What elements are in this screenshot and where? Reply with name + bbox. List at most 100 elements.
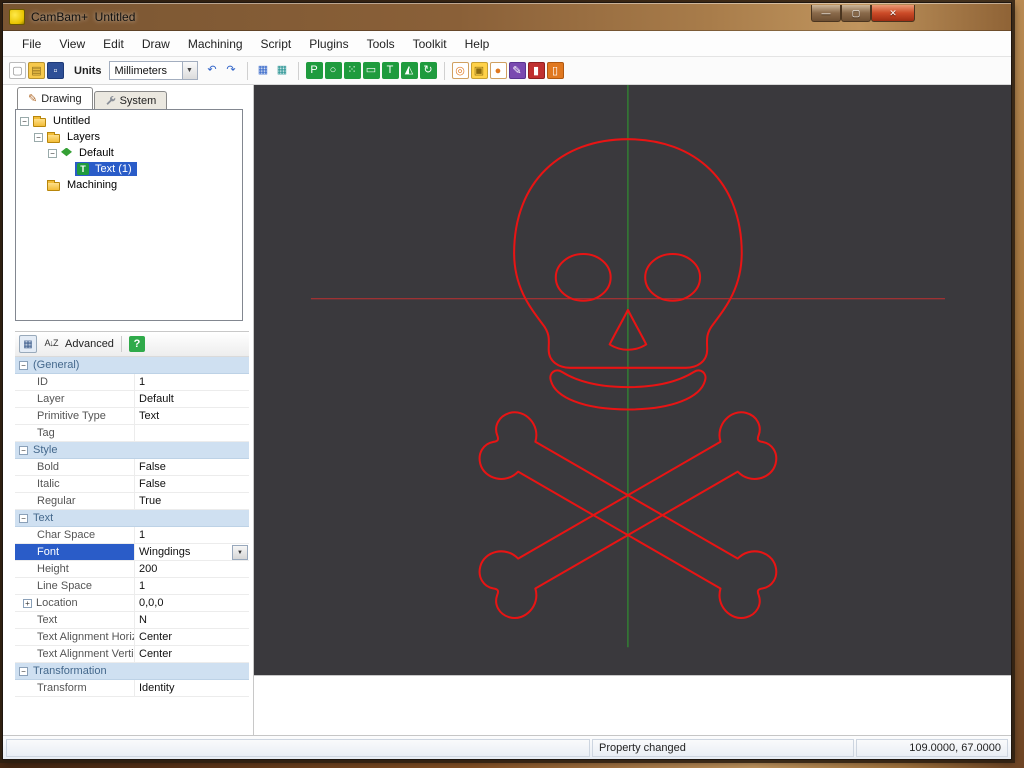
surface-tool-icon[interactable]: ◭ (401, 62, 418, 79)
polyline-tool-icon[interactable]: P (306, 62, 323, 79)
drill-op-icon[interactable]: ● (490, 62, 507, 79)
help-icon[interactable]: ? (129, 336, 145, 352)
maximize-button[interactable]: ▢ (841, 5, 871, 22)
spiral-tool-icon[interactable]: ↻ (420, 62, 437, 79)
drawing-canvas[interactable] (254, 85, 1011, 675)
property-row-id[interactable]: ID 1 (15, 374, 249, 391)
collapse-icon[interactable]: − (19, 361, 28, 370)
save-icon[interactable]: ▫ (47, 62, 64, 79)
property-value[interactable]: Wingdings▼ (135, 544, 249, 560)
circle-tool-icon[interactable]: ○ (325, 62, 342, 79)
az-sort-icon[interactable]: A↓Z (42, 335, 60, 353)
units-dropdown[interactable]: Millimeters ▼ (109, 61, 198, 80)
property-value[interactable]: False (135, 459, 249, 475)
property-section-style[interactable]: −Style (15, 442, 249, 459)
tree-item-untitled[interactable]: −Untitled (16, 113, 242, 129)
property-section-text[interactable]: −Text (15, 510, 249, 527)
menu-item-toolkit[interactable]: Toolkit (404, 33, 456, 55)
property-name-label: ID (37, 376, 48, 388)
property-name: Text Alignment Vertica (15, 646, 135, 662)
collapse-icon[interactable]: − (19, 514, 28, 523)
tree-item-default[interactable]: −Default (16, 145, 242, 161)
minimize-button[interactable]: — (811, 5, 841, 22)
tab-system[interactable]: System (94, 91, 168, 109)
menu-item-tools[interactable]: Tools (358, 33, 404, 55)
property-value[interactable]: Center (135, 629, 249, 645)
chevron-down-icon[interactable]: ▼ (232, 545, 248, 560)
new-file-icon[interactable]: ▢ (9, 62, 26, 79)
collapse-icon[interactable]: − (20, 117, 29, 126)
advanced-button[interactable]: Advanced (65, 338, 114, 350)
property-row-text[interactable]: Text N (15, 612, 249, 629)
collapse-icon[interactable]: − (34, 133, 43, 142)
collapse-icon[interactable]: − (48, 149, 57, 158)
property-row-bold[interactable]: BoldFalse (15, 459, 249, 476)
properties-toolbar: ▦ A↓Z Advanced ? (15, 331, 249, 357)
menu-item-edit[interactable]: Edit (94, 33, 133, 55)
pocket-op-icon[interactable]: ▣ (471, 62, 488, 79)
property-value[interactable]: 1 (135, 578, 249, 594)
property-row-regular[interactable]: RegularTrue (15, 493, 249, 510)
part-op-icon[interactable]: ▮ (528, 62, 545, 79)
property-row-font[interactable]: FontWingdings▼ (15, 544, 249, 561)
property-value-label: False (139, 461, 166, 473)
property-row-text-alignment-horizon[interactable]: Text Alignment HorizonCenter (15, 629, 249, 646)
property-value[interactable]: Identity (135, 680, 249, 696)
property-value[interactable]: 200 (135, 561, 249, 577)
property-value[interactable]: 1 (135, 527, 249, 543)
property-section-general[interactable]: −(General) (15, 357, 249, 374)
property-row-line-space[interactable]: Line Space1 (15, 578, 249, 595)
property-value[interactable]: True (135, 493, 249, 509)
collapse-icon[interactable]: − (19, 446, 28, 455)
menu-item-machining[interactable]: Machining (179, 33, 252, 55)
property-section-transformation[interactable]: −Transformation (15, 663, 249, 680)
menu-item-draw[interactable]: Draw (133, 33, 179, 55)
menu-item-file[interactable]: File (13, 33, 50, 55)
tree-item-text-1[interactable]: TText (1) (16, 161, 242, 177)
menu-item-script[interactable]: Script (252, 33, 301, 55)
property-row-text-alignment-vertica[interactable]: Text Alignment VerticaCenter (15, 646, 249, 663)
expand-icon[interactable]: + (23, 599, 32, 608)
property-row-location[interactable]: +Location0,0,0 (15, 595, 249, 612)
property-value[interactable]: 0,0,0 (135, 595, 249, 611)
canvas-column (253, 85, 1011, 735)
property-value[interactable]: 1 (135, 374, 249, 390)
property-row-transform[interactable]: TransformIdentity (15, 680, 249, 697)
redo-icon[interactable]: ↷ (223, 62, 240, 79)
show-grid-icon[interactable]: ▦ (274, 62, 291, 79)
property-row-char-space[interactable]: Char Space1 (15, 527, 249, 544)
property-value[interactable]: False (135, 476, 249, 492)
text-tool-icon[interactable]: T (382, 62, 399, 79)
collapse-icon[interactable]: − (19, 667, 28, 676)
close-button[interactable]: ✕ (871, 5, 915, 22)
snap-grid-icon[interactable]: ▦ (255, 62, 272, 79)
title-bar[interactable]: CamBam+ Untitled — ▢ ✕ (3, 3, 1011, 31)
chevron-down-icon[interactable]: ▼ (182, 62, 197, 79)
menu-item-help[interactable]: Help (456, 33, 499, 55)
engrave-op-icon[interactable]: ✎ (509, 62, 526, 79)
menu-item-view[interactable]: View (50, 33, 94, 55)
categorized-icon[interactable]: ▦ (19, 335, 37, 353)
property-name-label: Text (37, 614, 57, 626)
property-row-tag[interactable]: Tag (15, 425, 249, 442)
property-row-italic[interactable]: ItalicFalse (15, 476, 249, 493)
pointlist-tool-icon[interactable]: ⁙ (344, 62, 361, 79)
tree-item-layers[interactable]: −Layers (16, 129, 242, 145)
property-value[interactable]: Text (135, 408, 249, 424)
tab-drawing[interactable]: ✎ Drawing (17, 87, 93, 109)
stock-op-icon[interactable]: ▯ (547, 62, 564, 79)
profile-op-icon[interactable]: ◎ (452, 62, 469, 79)
property-value[interactable]: Default (135, 391, 249, 407)
tab-label: System (120, 95, 157, 107)
open-folder-icon[interactable]: ▤ (28, 62, 45, 79)
undo-icon[interactable]: ↶ (204, 62, 221, 79)
property-row-primitive-type[interactable]: Primitive TypeText (15, 408, 249, 425)
property-row-layer[interactable]: LayerDefault (15, 391, 249, 408)
menu-item-plugins[interactable]: Plugins (300, 33, 357, 55)
rectangle-tool-icon[interactable]: ▭ (363, 62, 380, 79)
property-value[interactable]: Center (135, 646, 249, 662)
property-value[interactable]: N (135, 612, 249, 628)
property-value[interactable] (135, 425, 249, 441)
tree-item-machining[interactable]: Machining (16, 177, 242, 193)
property-row-height[interactable]: Height200 (15, 561, 249, 578)
